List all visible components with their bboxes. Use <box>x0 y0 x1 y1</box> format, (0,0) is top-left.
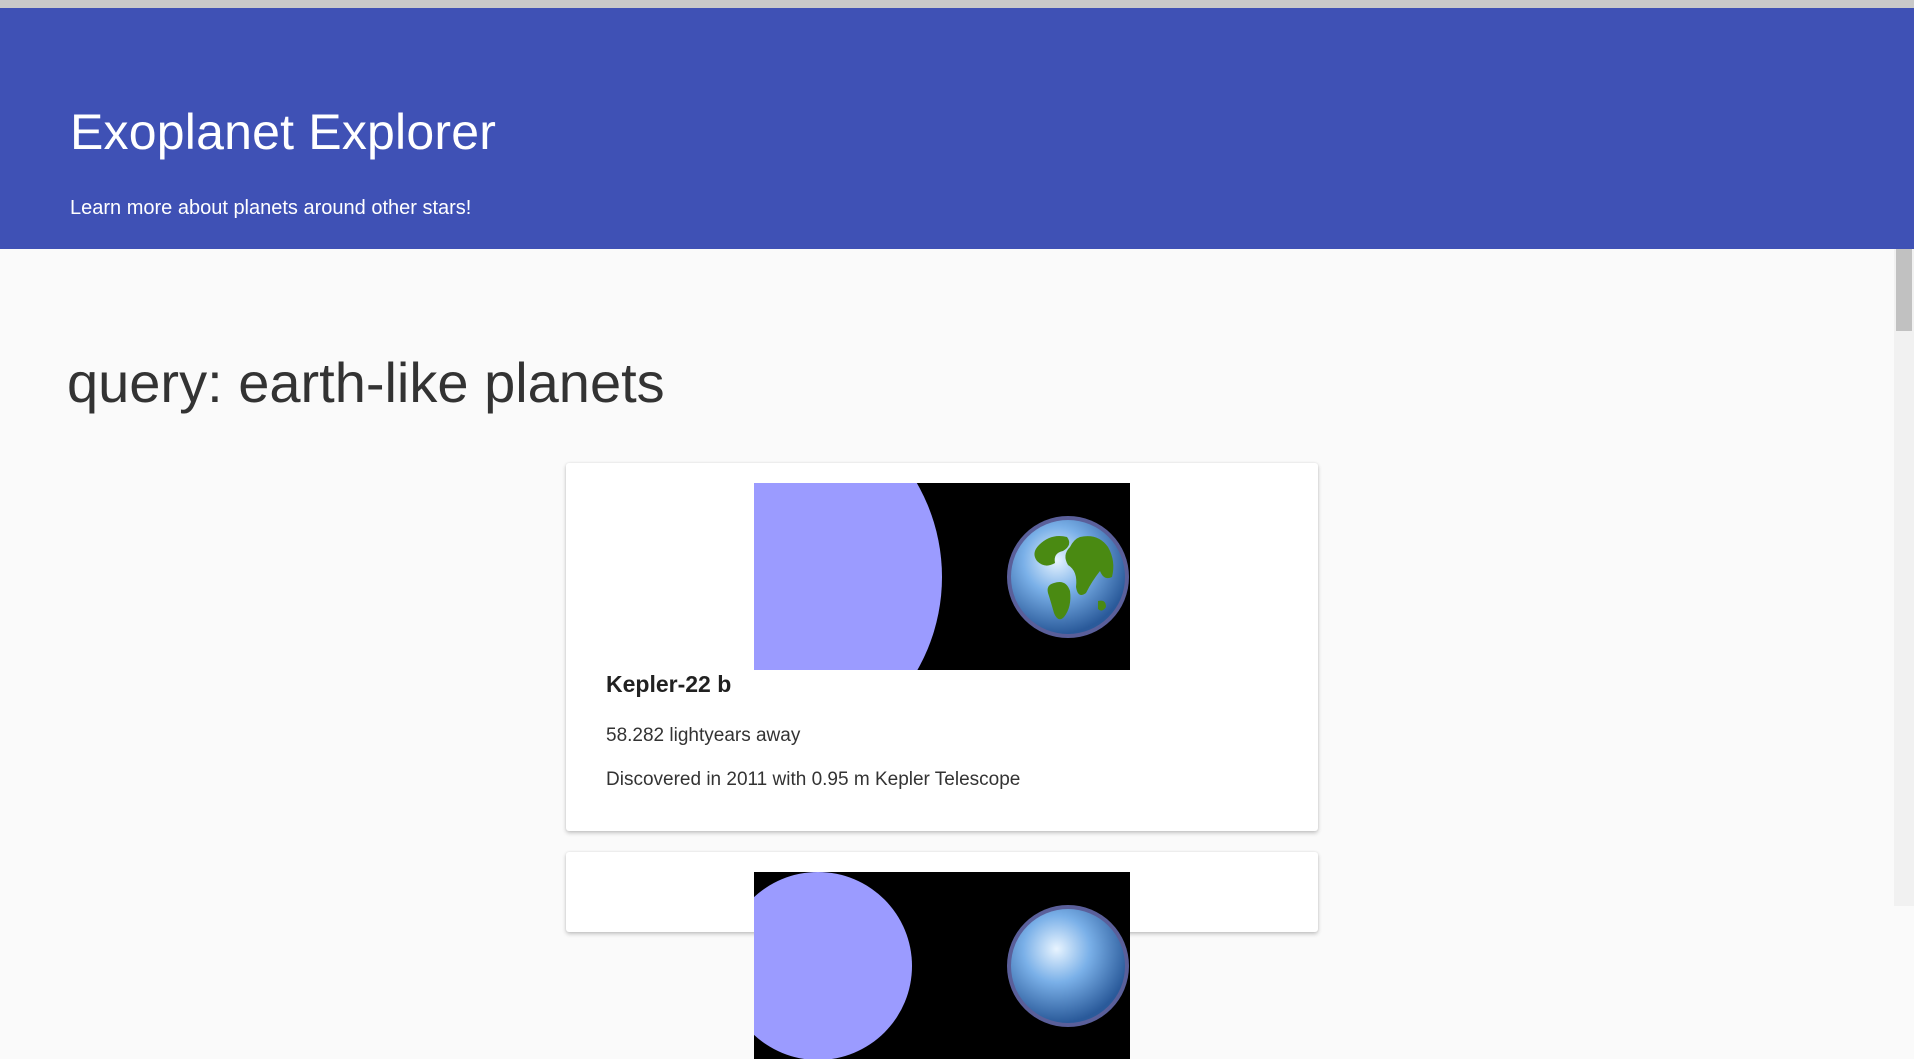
scrollbar-thumb[interactable] <box>1896 249 1912 331</box>
query-heading: query: earth-like planets <box>67 351 665 414</box>
planet-distance: 58.282 lightyears away <box>606 725 801 746</box>
planet-name: Kepler-22 b <box>606 671 732 697</box>
planet-comparison-image <box>754 872 1130 1059</box>
earth-icon <box>1007 905 1129 1027</box>
planet-comparison-image <box>754 483 1130 670</box>
planet-card[interactable] <box>566 852 1318 1059</box>
scrollbar[interactable] <box>1894 249 1914 906</box>
planet-discovery: Discovered in 2011 with 0.95 m Kepler Te… <box>606 769 1021 790</box>
star-disc-icon <box>754 483 942 670</box>
window-top-border <box>0 0 1914 8</box>
app-header: Exoplanet Explorer Learn more about plan… <box>0 8 1914 249</box>
planet-card[interactable]: Kepler-22 b 58.282 lightyears away Disco… <box>566 463 1318 831</box>
app-title: Exoplanet Explorer <box>70 104 497 160</box>
app-subtitle: Learn more about planets around other st… <box>70 197 472 219</box>
earth-icon <box>1007 516 1129 638</box>
